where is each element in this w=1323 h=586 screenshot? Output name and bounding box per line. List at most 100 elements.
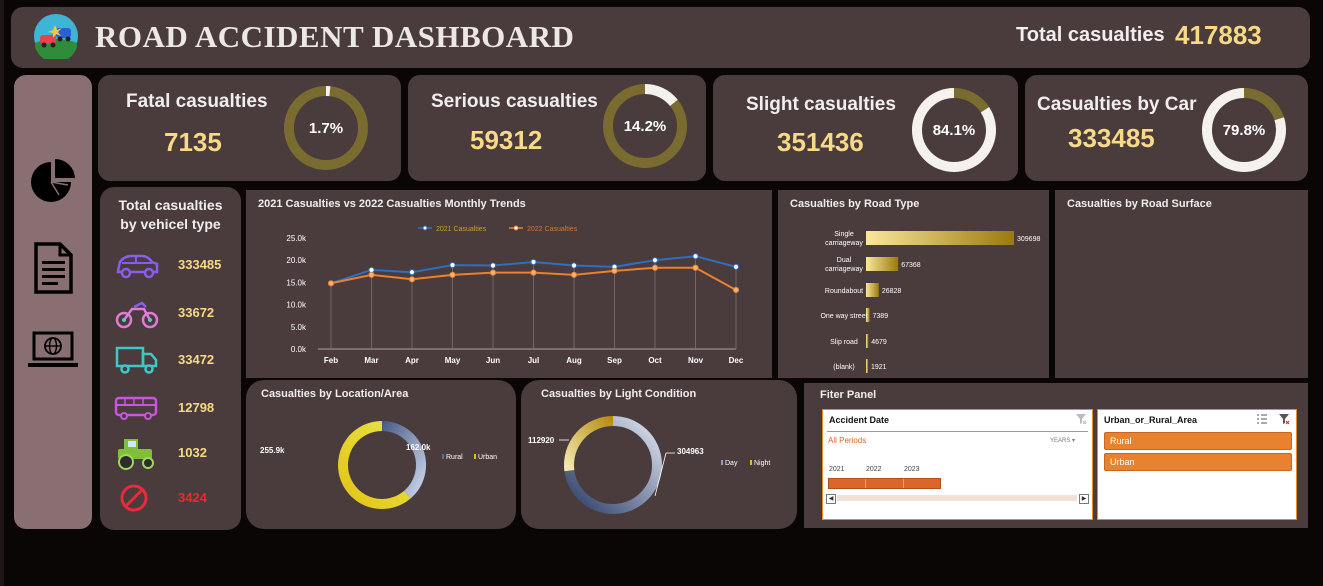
slicer-header: Accident Date: [829, 415, 890, 425]
vehicle-title-line1: Total casualties: [118, 197, 223, 213]
vehicle-count: 3424: [178, 490, 207, 505]
donut-chart-svg: 304963 112920 Day Night: [528, 416, 770, 514]
data-point: [368, 271, 375, 278]
category-label: (blank): [833, 364, 854, 371]
kpi-percent: 84.1%: [933, 122, 976, 139]
kpi-value: 59312: [470, 125, 543, 155]
slicer-divider: [827, 431, 1088, 432]
legend-label: 2022 Casualties: [527, 226, 578, 233]
vehicle-row-tractor: 1032: [114, 435, 234, 475]
x-tick-label: Nov: [688, 356, 704, 365]
monthly-trend-chart: 2021 Casualties vs 2022 Casualties Month…: [246, 190, 772, 378]
kpi-card-fatal: Fatal casualties 7135 1.7%: [98, 75, 401, 181]
prohibited-icon: [120, 484, 148, 512]
header-bar: ROAD ACCIDENT DASHBOARD Total casualties…: [11, 7, 1310, 68]
accident-date-slicer[interactable]: Accident Date All Periods YEARS ▾ 2021 2…: [822, 409, 1093, 520]
bar: [866, 359, 868, 373]
data-point: [570, 271, 578, 278]
slicer-option-urban[interactable]: Urban: [1104, 453, 1292, 471]
car-crash-logo-icon: [34, 14, 78, 59]
kpi-value: 351436: [777, 127, 864, 157]
multi-select-icon[interactable]: [1256, 413, 1268, 425]
y-tick-label: 20.0k: [286, 256, 307, 265]
bar: [866, 231, 1014, 245]
total-casualties-value: 417883: [1175, 20, 1262, 50]
data-point: [408, 269, 416, 276]
data-point: [611, 267, 618, 274]
vehicle-title-line2: by vehicel type: [120, 216, 221, 232]
data-point: [327, 280, 335, 287]
x-tick-label: Mar: [364, 356, 378, 365]
document-icon[interactable]: [26, 241, 80, 295]
bar: [866, 334, 869, 348]
vehicle-panel-title: Total casualties by vehicel type: [100, 196, 241, 234]
data-point: [530, 269, 537, 276]
clear-filter-icon[interactable]: [1278, 413, 1290, 425]
legend-label: Day: [725, 460, 738, 467]
kpi-ring-gauge: 1.7%: [284, 86, 368, 170]
slicer-option-rural[interactable]: Rural: [1104, 432, 1292, 450]
laptop-globe-icon[interactable]: [26, 325, 80, 379]
kpi-value: 7135: [164, 127, 222, 157]
data-point: [530, 258, 537, 266]
all-periods-label: All Periods: [828, 436, 867, 445]
bar-value-label: 67368: [901, 262, 921, 269]
year-label: 2022: [866, 466, 882, 473]
legend-marker: [513, 225, 519, 231]
slice-label: 304963: [677, 447, 704, 456]
slicer-header: Urban_or_Rural_Area: [1104, 415, 1198, 425]
slice-label: 112920: [528, 436, 555, 445]
urban-rural-slicer[interactable]: Urban_or_Rural_Area Rural Urban: [1097, 409, 1297, 520]
x-tick-label: Feb: [324, 356, 338, 365]
vehicle-count: 12798: [178, 400, 215, 415]
donut-slice: [381, 421, 426, 499]
vehicle-row-other: 3424: [114, 480, 234, 520]
legend-label: 2021 Casualties: [436, 226, 487, 233]
bus-icon: [114, 396, 158, 420]
kpi-label: Serious casualties: [431, 91, 598, 112]
data-point: [651, 264, 659, 271]
category-label: Roundabout: [825, 288, 863, 295]
data-point: [570, 262, 578, 269]
scroll-right-icon[interactable]: ▶: [1079, 494, 1089, 504]
kpi-label: Fatal casualties: [126, 91, 268, 112]
y-tick-label: 10.0k: [286, 301, 307, 310]
legend-swatch: [750, 460, 752, 465]
year-label: 2023: [904, 466, 920, 473]
kpi-percent: 14.2%: [624, 118, 667, 135]
road-surface-chart: Casualties by Road Surface: [1055, 190, 1308, 378]
vehicle-row-car: 333485: [114, 247, 234, 287]
data-point: [732, 286, 740, 294]
bar-value-label: 7389: [873, 313, 889, 320]
car-icon: [116, 254, 159, 279]
clear-filter-icon[interactable]: [1075, 413, 1087, 425]
category-label: Dual carriageway: [825, 257, 863, 273]
data-point: [449, 271, 456, 278]
legend-label: Rural: [446, 454, 463, 461]
filter-panel-title: Fiter Panel: [820, 389, 877, 401]
x-tick-label: Jun: [486, 356, 500, 365]
vehicle-row-bus: 12798: [114, 390, 234, 430]
years-dropdown[interactable]: YEARS ▾: [1050, 437, 1075, 444]
kpi-label: Casualties by Car: [1037, 94, 1197, 115]
bar-value-label: 26828: [882, 288, 902, 295]
sidebar: [14, 75, 92, 529]
x-tick-label: Jul: [528, 356, 540, 365]
legend-swatch: [474, 454, 476, 459]
bar: [866, 283, 879, 297]
data-point: [408, 276, 416, 283]
pie-chart-icon[interactable]: [26, 155, 80, 209]
bar-chart-svg: 309698 Single carriageway 67368 Dual carriage…: [820, 231, 1040, 373]
line-chart-svg: 0.0k 5.0k 10.0k 15.0k 20.0k 25.0k Feb Mar Apr May…: [286, 225, 744, 365]
legend-label: Urban: [478, 454, 497, 461]
kpi-label: Slight casualties: [746, 94, 896, 115]
data-point: [651, 257, 659, 264]
scroll-left-icon[interactable]: ◀: [826, 494, 836, 504]
legend-swatch: [442, 454, 444, 459]
kpi-card-serious: Serious casualties 59312 14.2%: [408, 75, 706, 181]
road-type-chart: Casualties by Road Type 309698 Single carr…: [778, 190, 1049, 378]
kpi-percent: 79.8%: [1223, 122, 1266, 139]
category-label: Single carriageway: [825, 231, 863, 247]
timeline-selection-bar[interactable]: [828, 478, 941, 489]
timeline-scrollbar[interactable]: [837, 495, 1077, 501]
